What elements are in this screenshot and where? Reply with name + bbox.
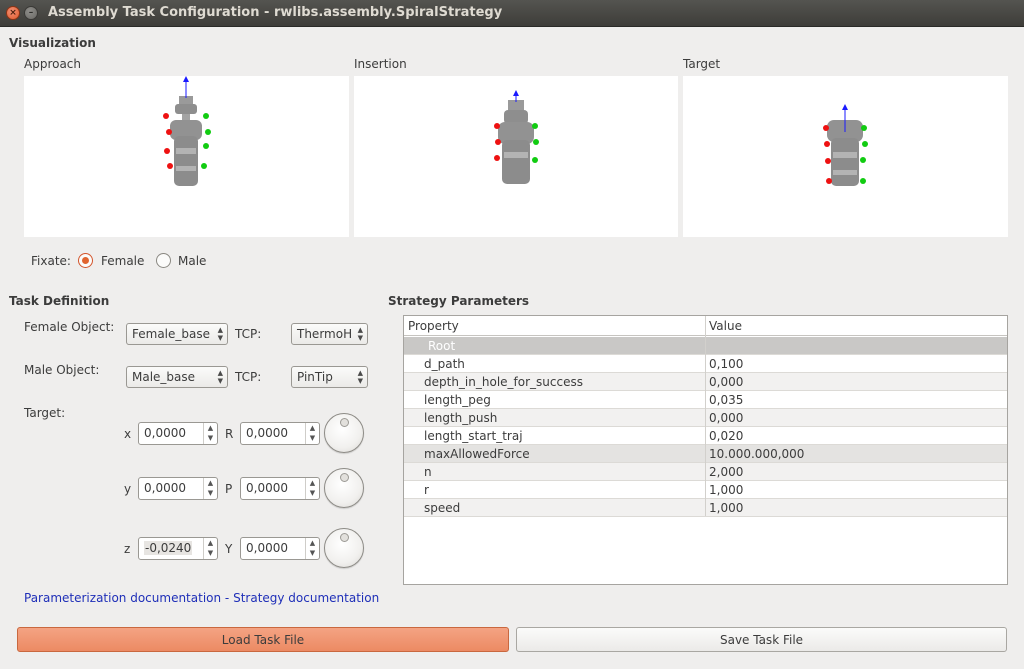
window-close-button[interactable]: × bbox=[6, 6, 20, 20]
target-x-spinbox[interactable]: 0,0000 ▲ ▼ bbox=[138, 422, 218, 445]
updown-arrows-icon: ▲ ▼ bbox=[357, 369, 363, 385]
target-view-label: Target bbox=[683, 57, 721, 71]
target-y-value: 0,0000 bbox=[144, 481, 186, 495]
target-z-label: z bbox=[124, 542, 131, 556]
target-p-spinbox[interactable]: 0,0000 ▲ ▼ bbox=[240, 477, 320, 500]
insertion-view-label: Insertion bbox=[354, 57, 407, 71]
target-x-label: x bbox=[124, 427, 132, 441]
female-tcp-label: TCP: bbox=[235, 327, 262, 341]
save-task-file-button[interactable]: Save Task File bbox=[516, 627, 1007, 652]
target-z-value: -0,0240 bbox=[144, 541, 193, 555]
row-property: d_path bbox=[424, 357, 465, 371]
approach-scene bbox=[163, 76, 211, 186]
row-value[interactable]: 0,100 bbox=[709, 357, 743, 371]
female-object-label: Female Object: bbox=[24, 320, 115, 334]
strategy-doc-link[interactable]: Strategy documentation bbox=[233, 591, 379, 605]
row-property: length_push bbox=[424, 411, 498, 425]
female-object-select[interactable]: Female_base ▲ ▼ bbox=[126, 323, 228, 345]
female-part-model bbox=[498, 100, 534, 184]
row-value[interactable]: 0,000 bbox=[709, 375, 743, 389]
row-value[interactable]: 0,035 bbox=[709, 393, 743, 407]
documentation-links: Parameterization documentation - Strateg… bbox=[24, 591, 379, 605]
row-property: maxAllowedForce bbox=[424, 447, 530, 461]
spin-arrows-icon[interactable]: ▲ ▼ bbox=[305, 538, 319, 559]
column-separator[interactable] bbox=[705, 316, 706, 516]
target-yaw-label: Y bbox=[225, 542, 233, 556]
female-part-model bbox=[170, 120, 202, 186]
parameterization-doc-link[interactable]: Parameterization documentation bbox=[24, 591, 221, 605]
female-object-value: Female_base bbox=[132, 327, 210, 341]
updown-arrows-icon: ▲ ▼ bbox=[217, 369, 223, 385]
fixate-label: Fixate: bbox=[31, 254, 71, 268]
fixate-female-label[interactable]: Female bbox=[101, 254, 144, 268]
spin-arrows-icon[interactable]: ▲ ▼ bbox=[203, 423, 217, 444]
row-property: r bbox=[424, 483, 429, 497]
target-yaw-value: 0,0000 bbox=[246, 541, 288, 555]
spin-arrows-icon[interactable]: ▲ ▼ bbox=[305, 478, 319, 499]
male-object-value: Male_base bbox=[132, 370, 196, 384]
row-value[interactable]: 0,020 bbox=[709, 429, 743, 443]
female-tcp-select[interactable]: ThermoH ▲ ▼ bbox=[291, 323, 368, 345]
female-tcp-value: ThermoH bbox=[297, 327, 353, 341]
row-property: speed bbox=[424, 501, 461, 515]
row-property: length_peg bbox=[424, 393, 491, 407]
updown-arrows-icon: ▲ ▼ bbox=[217, 326, 223, 342]
target-yaw-spinbox[interactable]: 0,0000 ▲ ▼ bbox=[240, 537, 320, 560]
visualization-heading: Visualization bbox=[9, 36, 96, 50]
fixate-male-radio[interactable] bbox=[156, 253, 171, 268]
task-definition-heading: Task Definition bbox=[9, 294, 110, 308]
target-p-value: 0,0000 bbox=[246, 481, 288, 495]
fixate-male-label[interactable]: Male bbox=[178, 254, 206, 268]
root-label: Root bbox=[428, 339, 456, 353]
target-p-label: P bbox=[225, 482, 233, 496]
target-y-spinbox[interactable]: 0,0000 ▲ ▼ bbox=[138, 477, 218, 500]
target-label: Target: bbox=[24, 406, 66, 420]
spin-arrows-icon[interactable]: ▲ ▼ bbox=[305, 423, 319, 444]
male-tcp-select[interactable]: PinTip ▲ ▼ bbox=[291, 366, 368, 388]
male-tcp-value: PinTip bbox=[297, 370, 333, 384]
window-title: Assembly Task Configuration - rwlibs.ass… bbox=[48, 5, 503, 20]
updown-arrows-icon: ▲ ▼ bbox=[357, 326, 363, 342]
row-property: length_start_traj bbox=[424, 429, 523, 443]
strategy-parameters-heading: Strategy Parameters bbox=[388, 294, 530, 308]
row-value[interactable]: 2,000 bbox=[709, 465, 743, 479]
approach-viewport[interactable] bbox=[24, 76, 349, 237]
male-object-select[interactable]: Male_base ▲ ▼ bbox=[126, 366, 228, 388]
rotation-r-dial[interactable] bbox=[324, 413, 364, 453]
row-value[interactable]: 0,000 bbox=[709, 411, 743, 425]
strategy-parameters-table[interactable]: Property Value Root d_path 0,100 depth_i… bbox=[403, 315, 1008, 585]
target-viewport[interactable] bbox=[683, 76, 1008, 237]
property-column-header[interactable]: Property bbox=[408, 319, 459, 333]
fixate-female-radio[interactable] bbox=[78, 253, 93, 268]
target-z-spinbox[interactable]: -0,0240 ▲ ▼ bbox=[138, 537, 218, 560]
approach-view-label: Approach bbox=[24, 57, 82, 71]
window-minimize-button[interactable]: – bbox=[24, 6, 38, 20]
rotation-p-dial[interactable] bbox=[324, 468, 364, 508]
target-r-label: R bbox=[225, 427, 234, 441]
window-titlebar: × – Assembly Task Configuration - rwlibs… bbox=[0, 0, 1024, 27]
row-property: depth_in_hole_for_success bbox=[424, 375, 583, 389]
target-r-value: 0,0000 bbox=[246, 426, 288, 440]
doc-link-separator: - bbox=[221, 591, 234, 605]
insertion-scene bbox=[494, 90, 539, 184]
male-tcp-label: TCP: bbox=[235, 370, 262, 384]
target-y-label: y bbox=[124, 482, 132, 496]
row-value[interactable]: 1,000 bbox=[709, 501, 743, 515]
row-property: n bbox=[424, 465, 432, 479]
spin-arrows-icon[interactable]: ▲ ▼ bbox=[203, 478, 217, 499]
rotation-yaw-dial[interactable] bbox=[324, 528, 364, 568]
male-object-label: Male Object: bbox=[24, 363, 100, 377]
spin-arrows-icon[interactable]: ▲ ▼ bbox=[203, 538, 217, 559]
row-value[interactable]: 1,000 bbox=[709, 483, 743, 497]
insertion-viewport[interactable] bbox=[354, 76, 678, 237]
target-scene bbox=[823, 104, 868, 186]
target-x-value: 0,0000 bbox=[144, 426, 186, 440]
load-task-file-button[interactable]: Load Task File bbox=[17, 627, 509, 652]
value-column-header[interactable]: Value bbox=[709, 319, 742, 333]
row-value[interactable]: 10.000.000,000 bbox=[709, 447, 804, 461]
target-r-spinbox[interactable]: 0,0000 ▲ ▼ bbox=[240, 422, 320, 445]
